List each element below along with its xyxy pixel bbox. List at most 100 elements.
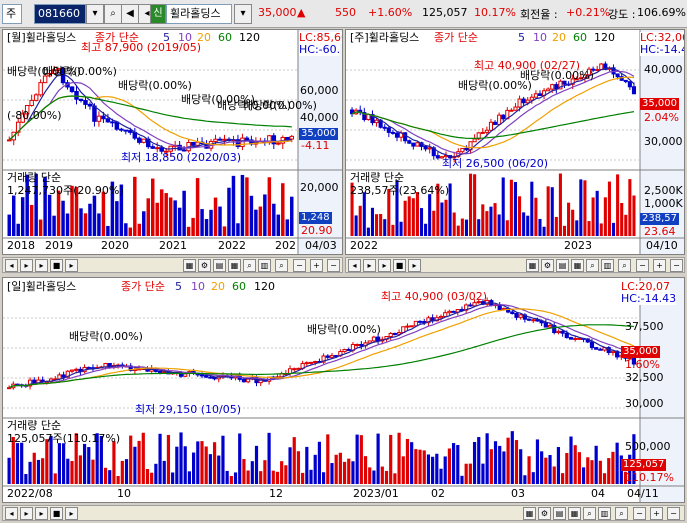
volume-bar xyxy=(62,443,66,484)
volume-bar xyxy=(284,465,288,484)
search-icon[interactable]: ⌕ xyxy=(104,4,122,24)
monthly-xlabel-1: 2018 xyxy=(7,239,35,252)
plus-icon[interactable]: + xyxy=(650,507,663,520)
stop-icon[interactable]: ■ xyxy=(50,259,63,272)
plus-icon[interactable]: + xyxy=(653,259,666,272)
minus-icon[interactable]: − xyxy=(636,259,649,272)
settings-icon[interactable]: ⚙ xyxy=(538,507,551,520)
weekly-scrollbar[interactable]: ◂ ▸ ▸ ■ ▸ ▦ ⚙ ▤ ▦ ⌕ ▥ ⌕ − + − xyxy=(345,257,685,273)
volume-bar xyxy=(554,216,558,236)
chart-type-icon[interactable]: ▤ xyxy=(213,259,226,272)
volume-bar xyxy=(272,203,276,236)
play-prev-icon[interactable]: ▸ xyxy=(20,259,33,272)
volume-bar xyxy=(489,449,493,484)
settings-icon[interactable]: ⚙ xyxy=(541,259,554,272)
volume-bar xyxy=(354,215,358,236)
candle-body xyxy=(87,103,93,107)
volume-bar xyxy=(177,207,182,236)
candle-body xyxy=(276,142,281,145)
play-last-icon[interactable]: ▸ xyxy=(65,259,78,272)
candle-body xyxy=(74,368,79,371)
volume-bar xyxy=(97,213,101,236)
candle-body xyxy=(464,147,469,151)
stop-icon[interactable]: ■ xyxy=(50,507,63,520)
volume-bar xyxy=(372,470,376,484)
layout-icon[interactable]: ▥ xyxy=(601,259,614,272)
volume-bar xyxy=(538,218,542,236)
stock-name-field[interactable]: 휠라홀딩스 xyxy=(166,4,232,24)
speaker-icon[interactable]: ◀ xyxy=(121,4,139,24)
name-dropdown-icon[interactable]: ▾ xyxy=(234,4,252,24)
minus-icon-2[interactable]: − xyxy=(327,259,340,272)
volume-bar xyxy=(414,449,418,484)
calendar-icon[interactable]: ▦ xyxy=(523,507,536,520)
stock-code-input[interactable]: 081660 xyxy=(34,4,86,24)
layout-icon[interactable]: ▥ xyxy=(598,507,611,520)
plus-icon[interactable]: + xyxy=(310,259,323,272)
candle-body xyxy=(517,98,522,108)
grid-icon[interactable]: ▦ xyxy=(568,507,581,520)
volume-bar xyxy=(7,457,11,484)
minus-icon-2[interactable]: − xyxy=(670,259,683,272)
candle-body xyxy=(371,336,377,342)
volume-bar xyxy=(276,214,281,236)
candle-body xyxy=(484,129,489,133)
minus-icon-2[interactable]: − xyxy=(667,507,680,520)
volume-bar xyxy=(379,213,383,236)
volume-bar xyxy=(87,447,91,484)
monthly-xlabel-2: 2019 xyxy=(45,239,73,252)
candle-body xyxy=(501,114,506,120)
candle-body xyxy=(208,376,213,379)
candle-body xyxy=(110,121,115,124)
daily-div-note-2: 배당락(0.00%) xyxy=(307,323,381,336)
candle-body xyxy=(521,98,526,104)
minus-icon[interactable]: − xyxy=(293,259,306,272)
calendar-icon[interactable]: ▦ xyxy=(183,259,196,272)
layout-icon[interactable]: ▥ xyxy=(258,259,271,272)
play-first-icon[interactable]: ◂ xyxy=(5,259,18,272)
candle-body xyxy=(128,130,133,133)
calendar-icon[interactable]: ▦ xyxy=(526,259,539,272)
play-first-icon[interactable]: ◂ xyxy=(348,259,361,272)
zoom-icon[interactable]: ⌕ xyxy=(586,259,599,272)
candle-body xyxy=(546,88,551,92)
zoom-out-icon[interactable]: ⌕ xyxy=(275,259,288,272)
play-last-icon[interactable]: ▸ xyxy=(65,507,78,520)
monthly-scrollbar[interactable]: ◂ ▸ ▸ ■ ▸ ▦ ⚙ ▤ ▦ ⌕ ▥ ⌕ − + − xyxy=(2,257,343,273)
play-last-icon[interactable]: ▸ xyxy=(408,259,421,272)
zoom-out-icon[interactable]: ⌕ xyxy=(618,259,631,272)
zoom-icon[interactable]: ⌕ xyxy=(583,507,596,520)
candle-body xyxy=(451,310,456,313)
candle-body xyxy=(547,325,553,328)
settings-icon[interactable]: ⚙ xyxy=(198,259,211,272)
volume-bar xyxy=(489,206,493,236)
grid-icon[interactable]: ▦ xyxy=(228,259,241,272)
candle-body xyxy=(96,115,102,122)
volume-bar xyxy=(410,442,414,484)
play-next-icon[interactable]: ▸ xyxy=(35,507,48,520)
volume-bar xyxy=(128,227,133,236)
code-dropdown-icon[interactable]: ▾ xyxy=(86,4,104,24)
chart-type-icon[interactable]: ▤ xyxy=(553,507,566,520)
minus-icon[interactable]: − xyxy=(633,507,646,520)
volume-bar xyxy=(146,198,150,236)
zoom-out-icon[interactable]: ⌕ xyxy=(615,507,628,520)
grid-icon[interactable]: ▦ xyxy=(571,259,584,272)
play-next-icon[interactable]: ▸ xyxy=(35,259,48,272)
chart-type-icon[interactable]: ▤ xyxy=(556,259,569,272)
play-first-icon[interactable]: ◂ xyxy=(5,507,18,520)
mode-select[interactable]: 주 xyxy=(2,4,22,24)
play-prev-icon[interactable]: ▸ xyxy=(20,507,33,520)
volume-bar xyxy=(624,214,628,236)
daily-scrollbar[interactable]: ◂ ▸ ▸ ■ ▸ ▦ ⚙ ▤ ▦ ⌕ ▥ ⌕ − + − xyxy=(2,505,685,521)
volume-bar xyxy=(383,219,387,236)
volume-bar xyxy=(389,434,393,484)
zoom-icon[interactable]: ⌕ xyxy=(243,259,256,272)
candle-body xyxy=(105,118,111,123)
play-next-icon[interactable]: ▸ xyxy=(378,259,391,272)
play-prev-icon[interactable]: ▸ xyxy=(363,259,376,272)
volume-bar xyxy=(301,472,305,484)
daily-ytick-1: 37,500 xyxy=(625,320,664,333)
daily-xlabel-4: 2023/01 xyxy=(353,487,399,500)
stop-icon[interactable]: ■ xyxy=(393,259,406,272)
